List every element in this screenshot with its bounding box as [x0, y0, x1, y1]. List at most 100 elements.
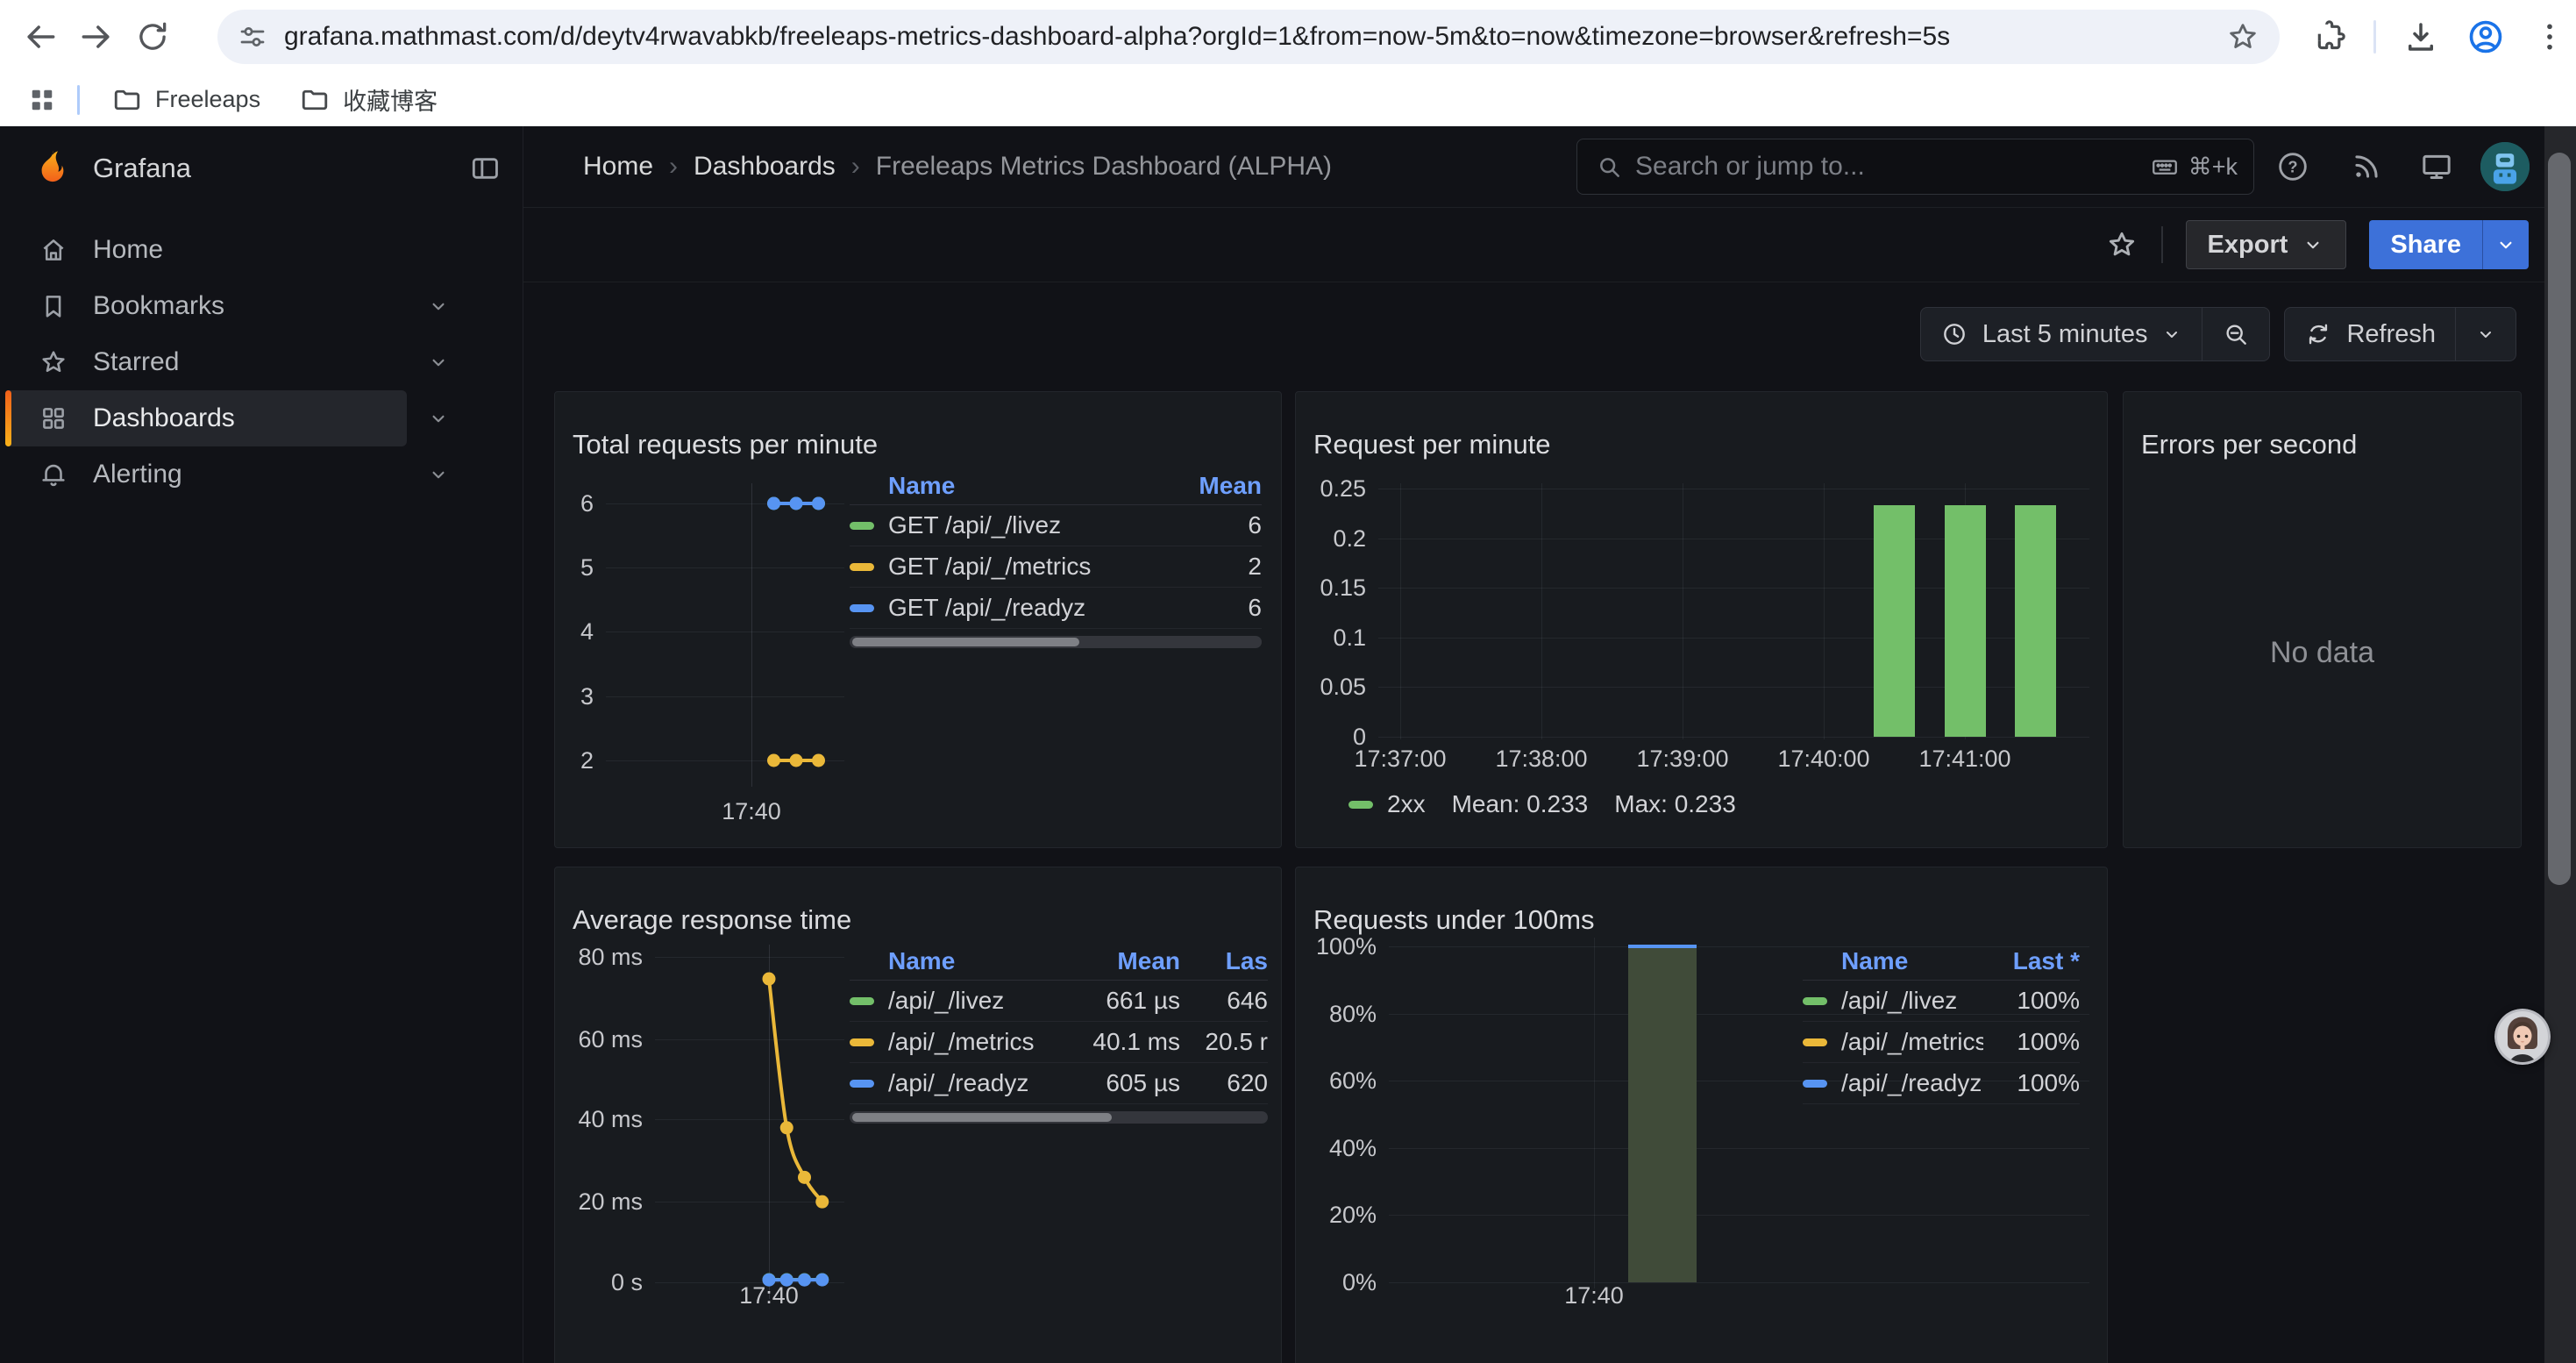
legend-scrollbar-thumb[interactable]: [852, 638, 1079, 646]
browser-menu-button[interactable]: [2532, 19, 2567, 54]
legend-value: 6: [1165, 594, 1262, 622]
zoom-out-button[interactable]: [2202, 308, 2269, 360]
url-bar[interactable]: grafana.mathmast.com/d/deytv4rwavabkb/fr…: [217, 10, 2280, 64]
zoom-out-icon: [2222, 320, 2250, 348]
apps-grid-icon[interactable]: [26, 84, 58, 116]
legend-series-name[interactable]: /api/_/readyz: [850, 1069, 1075, 1097]
refresh-interval-dropdown[interactable]: [2456, 308, 2516, 360]
panel-title[interactable]: Errors per second: [2141, 429, 2357, 460]
sidebar-link-dashboards[interactable]: Dashboards: [5, 390, 407, 446]
legend-header-cell[interactable]: Mean: [1075, 947, 1180, 975]
sidebar-link-alerting[interactable]: Alerting: [5, 446, 407, 503]
downloads-button[interactable]: [2402, 18, 2439, 55]
time-range-picker[interactable]: Last 5 minutes: [1921, 308, 2202, 360]
share-button[interactable]: Share: [2369, 220, 2482, 269]
search-input[interactable]: Search or jump to... ⌘+k: [1576, 139, 2254, 195]
legend-scrollbar[interactable]: [850, 636, 1262, 648]
sidebar-link-home[interactable]: Home: [5, 222, 407, 278]
y-axis-tick: 60%: [1296, 1067, 1377, 1095]
breadcrumb-home[interactable]: Home: [583, 152, 653, 182]
legend-header: NameMean: [850, 467, 1262, 505]
legend-row[interactable]: GET /api/_/readyz 6: [850, 588, 1262, 629]
gridline: [1378, 737, 2089, 738]
refresh-button[interactable]: Refresh: [2285, 308, 2455, 360]
chevron-down-icon: [427, 463, 450, 486]
legend-series-name[interactable]: /api/_/metrics: [1803, 1028, 1983, 1056]
breadcrumb-dashboards[interactable]: Dashboards: [694, 152, 836, 182]
legend-header-cell[interactable]: Last *: [1983, 947, 2080, 975]
legend-series-name[interactable]: GET /api/_/readyz: [850, 594, 1165, 622]
news-button[interactable]: [2349, 149, 2384, 184]
series-color-swatch: [1348, 801, 1373, 809]
gridline: [1400, 483, 1401, 739]
series-label: GET /api/_/readyz: [888, 594, 1085, 622]
grafana-logo[interactable]: [32, 147, 74, 189]
dashboard-canvas: Total requests per minute 6543217:40Name…: [523, 370, 2576, 1363]
legend-series-name[interactable]: /api/_/livez: [1803, 987, 1983, 1015]
star-icon: [2105, 228, 2138, 261]
page-scrollbar[interactable]: [2544, 126, 2576, 1363]
series-label: /api/_/livez: [888, 987, 1004, 1015]
legend-series-name[interactable]: /api/_/metrics: [850, 1028, 1075, 1056]
expand-alerting-button[interactable]: [407, 463, 470, 486]
legend-row[interactable]: GET /api/_/livez 6: [850, 505, 1262, 546]
legend-row[interactable]: /api/_/readyz100%: [1803, 1063, 2080, 1104]
bookmark-star-icon[interactable]: [2225, 19, 2260, 54]
monitor-icon: [2419, 149, 2454, 184]
legend-header: NameMeanLas: [850, 943, 1268, 981]
legend-header-cell[interactable]: Mean: [1165, 472, 1262, 500]
expand-bookmarks-button[interactable]: [407, 295, 470, 318]
expand-dashboards-button[interactable]: [407, 407, 470, 430]
legend-scrollbar[interactable]: [850, 1111, 1268, 1124]
legend-row[interactable]: /api/_/livez661 µs646: [850, 981, 1268, 1022]
site-settings-icon[interactable]: [237, 21, 268, 53]
share-options-button[interactable]: [2482, 220, 2529, 269]
legend-scrollbar-thumb[interactable]: [852, 1113, 1112, 1122]
legend-row[interactable]: /api/_/readyz605 µs620: [850, 1063, 1268, 1104]
sidebar-link-bookmarks[interactable]: Bookmarks: [5, 278, 407, 334]
legend-series-name[interactable]: GET /api/_/metrics: [850, 553, 1165, 581]
sidebar-item-home: Home: [0, 222, 470, 278]
legend-row[interactable]: /api/_/metrics40.1 ms20.5 r: [850, 1022, 1268, 1063]
dashboards-grid-icon: [39, 403, 68, 433]
legend-header-cell[interactable]: Name: [850, 472, 1165, 500]
legend-series-name[interactable]: GET /api/_/livez: [850, 511, 1165, 539]
keyboard-icon: [2150, 152, 2180, 182]
y-axis-tick: 40%: [1296, 1134, 1377, 1162]
legend-row[interactable]: /api/_/metrics100%: [1803, 1022, 2080, 1063]
export-button[interactable]: Export: [2186, 220, 2347, 269]
legend-series-name[interactable]: /api/_/livez: [850, 987, 1075, 1015]
clock-icon: [1940, 320, 1968, 348]
sidebar-link-starred[interactable]: Starred: [5, 334, 407, 390]
legend-header-cell[interactable]: Name: [850, 947, 1075, 975]
bookmark-folder-blogs[interactable]: 收藏博客: [299, 82, 438, 117]
reload-button[interactable]: [125, 9, 181, 65]
collapse-sidebar-button[interactable]: [468, 152, 502, 185]
series-label: GET /api/_/livez: [888, 511, 1061, 539]
extensions-button[interactable]: [2312, 19, 2347, 54]
profile-button[interactable]: [2466, 17, 2506, 57]
favorite-dashboard-button[interactable]: [2105, 228, 2138, 261]
grafana-app: Grafana Home Bookmarks: [0, 126, 2576, 1363]
display-button[interactable]: [2419, 149, 2454, 184]
floating-assistant-avatar[interactable]: [2494, 1009, 2551, 1065]
scrollbar-thumb[interactable]: [2548, 153, 2571, 885]
legend-value: 6: [1165, 511, 1262, 539]
series-label: 2xx: [1387, 790, 1426, 818]
help-button[interactable]: ?: [2275, 149, 2310, 184]
bookmark-folder-freeleaps[interactable]: Freeleaps: [111, 84, 260, 116]
user-avatar[interactable]: [2480, 142, 2530, 191]
y-axis-tick: 0.2: [1296, 525, 1366, 553]
legend-value: 20.5 r: [1180, 1028, 1268, 1056]
back-button[interactable]: [12, 9, 68, 65]
series-label: /api/_/livez: [1841, 987, 1957, 1015]
legend-row[interactable]: GET /api/_/metrics2: [850, 546, 1262, 588]
sidebar-item-dashboards: Dashboards: [0, 390, 470, 446]
forward-button[interactable]: [68, 9, 125, 65]
legend-header-cell[interactable]: Name: [1803, 947, 1983, 975]
legend-series-name[interactable]: /api/_/readyz: [1803, 1069, 1983, 1097]
legend-header-cell[interactable]: Las: [1180, 947, 1268, 975]
legend-row[interactable]: /api/_/livez100%: [1803, 981, 2080, 1022]
expand-starred-button[interactable]: [407, 351, 470, 374]
legend-series-name[interactable]: 2xx: [1348, 790, 1426, 818]
